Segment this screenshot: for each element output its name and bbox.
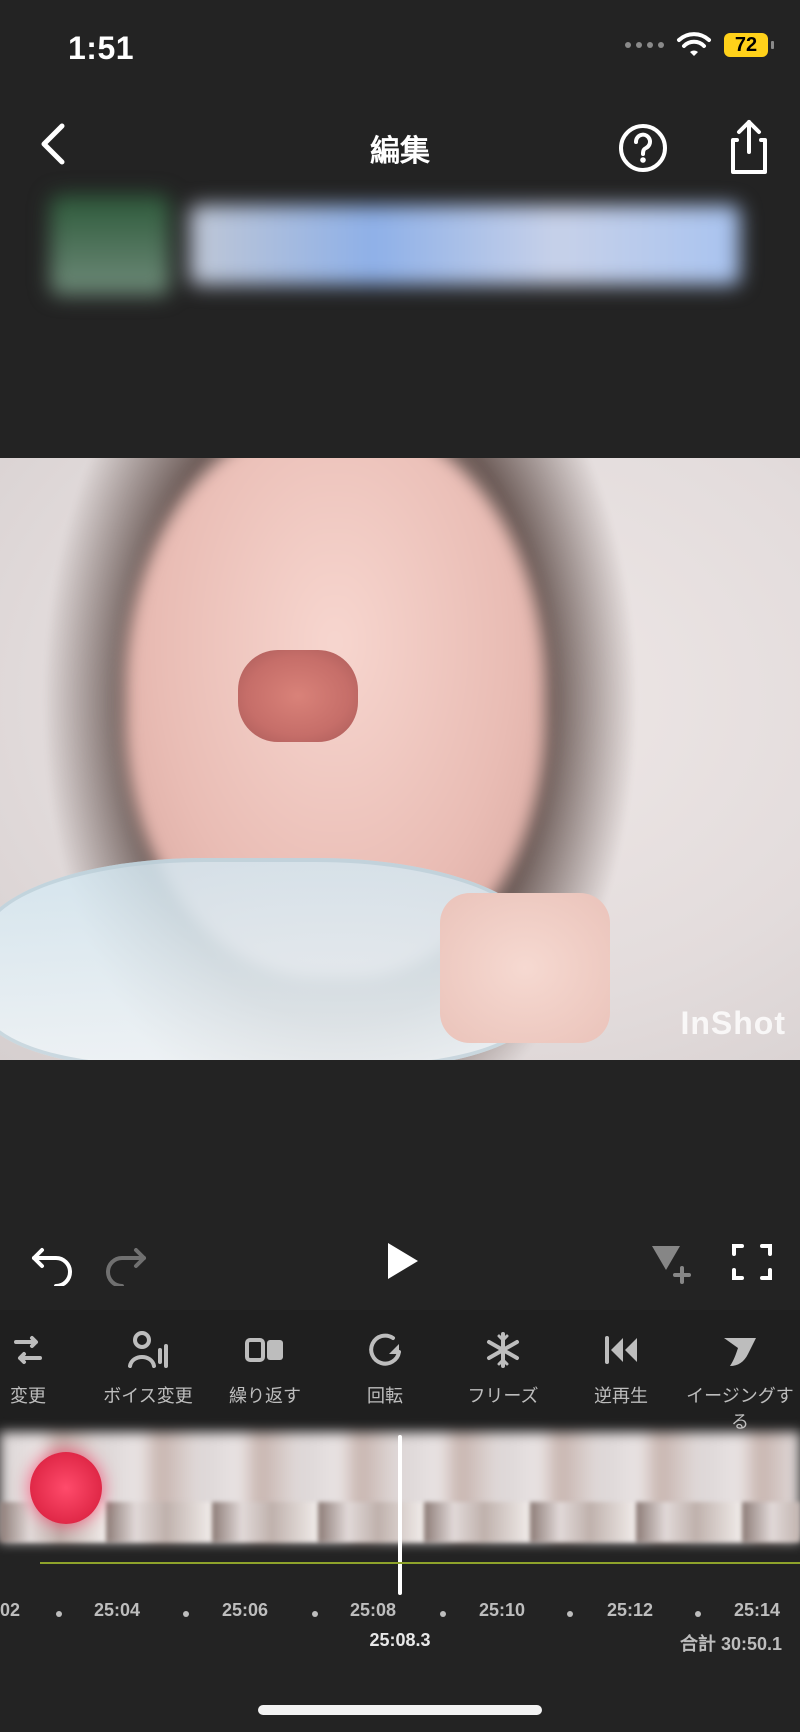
tool-easing[interactable]: イージングする [680, 1328, 800, 1434]
total-duration: 合計 30:50.1 [679, 1634, 782, 1654]
blurred-banner [50, 190, 740, 300]
tool-reverse[interactable]: 逆再生 [561, 1328, 681, 1408]
tool-label: ボイス変更 [103, 1386, 193, 1406]
play-button[interactable] [372, 1233, 428, 1289]
page-title: 編集 [370, 135, 430, 168]
cellular-signal-icon [625, 42, 664, 48]
battery-indicator: 72 [724, 33, 774, 57]
ruler-tick: 25:06 [222, 1600, 269, 1620]
ruler-tick: 25:14 [734, 1600, 781, 1620]
ruler-tick: 02 [0, 1600, 21, 1620]
tool-label: 繰り返す [229, 1386, 301, 1406]
ruler-dot [567, 1611, 573, 1617]
app-root: 1:51 72 編集 InShot 変更 ボイス変更 繰り返す 回転 フリーズ … [0, 0, 800, 1732]
video-hand [440, 893, 610, 1043]
voice-change-icon [128, 1331, 168, 1368]
edit-tools-strip: 変更 ボイス変更 繰り返す 回転 フリーズ 逆再生 イージングする [0, 1310, 800, 1432]
tool-label: 逆再生 [594, 1386, 648, 1406]
tool-label: イージングする [686, 1386, 794, 1432]
video-mouth [238, 650, 358, 742]
rotate-icon [369, 1333, 401, 1366]
tool-label: 回転 [367, 1386, 403, 1406]
ruler-dot [695, 1611, 701, 1617]
undo-button[interactable] [26, 1238, 82, 1286]
inshot-watermark: InShot [680, 1005, 786, 1041]
tool-repeat[interactable]: 繰り返す [205, 1328, 325, 1408]
freeze-icon [487, 1332, 519, 1368]
tool-freeze[interactable]: フリーズ [443, 1328, 563, 1408]
home-indicator[interactable] [258, 1705, 542, 1715]
share-button[interactable] [727, 118, 771, 176]
redo-button[interactable] [96, 1238, 152, 1286]
fullscreen-button[interactable] [724, 1238, 780, 1286]
help-button[interactable] [617, 122, 669, 174]
ruler-tick: 25:04 [94, 1600, 141, 1620]
banner-thumbnail [50, 195, 170, 295]
tool-label: 変更 [10, 1386, 46, 1406]
banner-bar [190, 205, 740, 285]
ruler-dot [56, 1611, 62, 1617]
ruler-tick: 25:12 [607, 1600, 654, 1620]
status-indicators: 72 [625, 32, 774, 58]
playhead[interactable] [398, 1435, 402, 1595]
tool-rotate[interactable]: 回転 [325, 1328, 445, 1408]
time-ruler: 02 25:04 25:06 25:08 25:10 25:12 25:14 [0, 1600, 800, 1630]
video-preview[interactable]: InShot [0, 458, 800, 1060]
replace-icon [14, 1336, 42, 1364]
tool-replace[interactable]: 変更 [0, 1328, 88, 1408]
tool-label: フリーズ [467, 1386, 539, 1406]
record-button[interactable] [30, 1452, 102, 1524]
tool-voice-change[interactable]: ボイス変更 [88, 1328, 208, 1408]
battery-level: 72 [734, 33, 758, 56]
repeat-icon [245, 1338, 283, 1362]
ruler-tick: 25:08 [350, 1600, 397, 1620]
reverse-icon [605, 1336, 637, 1364]
easing-icon [724, 1338, 756, 1366]
audio-track-line [40, 1562, 800, 1564]
ruler-dot [183, 1611, 189, 1617]
ruler-dot [440, 1611, 446, 1617]
wifi-icon [677, 32, 711, 56]
add-marker-icon[interactable] [642, 1238, 698, 1286]
ruler-dot [312, 1611, 318, 1617]
status-time: 1:51 [68, 30, 135, 66]
ruler-tick: 25:10 [479, 1600, 526, 1620]
